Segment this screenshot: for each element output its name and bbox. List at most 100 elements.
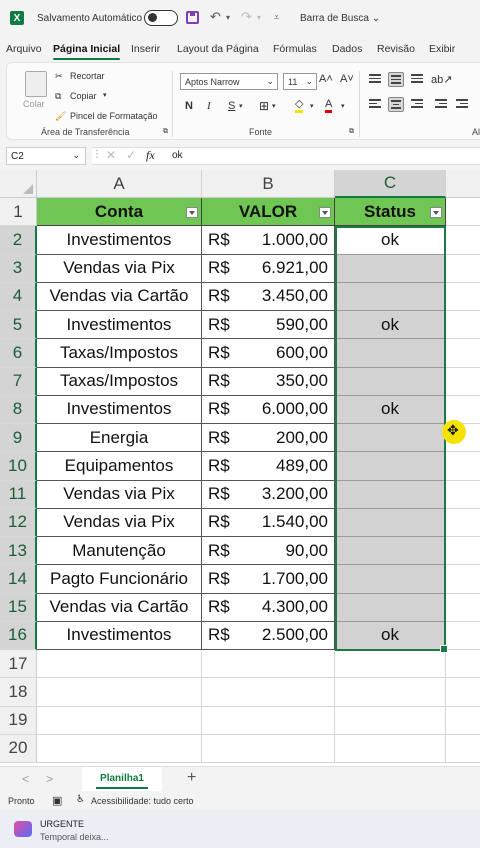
cell-status[interactable]: ok [335, 395, 446, 424]
orientation-icon[interactable]: ab↗ [431, 73, 452, 86]
worksheet-grid[interactable]: A B C 1 Conta VALOR Status 2 Investimentos R$ 1… [0, 170, 480, 766]
cell-conta[interactable]: Manutenção [37, 537, 202, 566]
cell-conta[interactable]: Vendas via Pix [37, 480, 202, 509]
empty-cell[interactable] [335, 678, 446, 707]
row-header[interactable]: 14 [0, 565, 37, 594]
add-sheet-button[interactable]: + [187, 769, 196, 787]
fill-color-icon[interactable]: ◇ [295, 99, 304, 113]
cell-conta[interactable]: Vendas via Pix [37, 508, 202, 537]
format-painter-button[interactable]: Pincel de Formatação [70, 111, 158, 121]
cell-conta[interactable]: Energia [37, 424, 202, 453]
search-bar[interactable]: Barra de Busca ⌄ [300, 13, 380, 24]
cell-status[interactable]: ok [335, 621, 446, 650]
empty-cell[interactable] [446, 368, 480, 396]
cell-valor[interactable]: R$ 3.200,00 [202, 480, 335, 509]
row-header[interactable]: 10 [0, 452, 37, 481]
cell-valor[interactable]: R$ 1.000,00 [202, 226, 335, 255]
column-header-conta[interactable]: Conta [37, 198, 202, 227]
autosave-toggle[interactable] [144, 10, 178, 26]
cell-status[interactable] [335, 508, 446, 537]
decrease-indent-icon[interactable] [433, 97, 449, 112]
cell-valor[interactable]: R$ 590,00 [202, 311, 335, 340]
undo-icon[interactable]: ↶ [210, 9, 221, 25]
redo-icon[interactable]: ↷ [241, 9, 252, 25]
taskbar-notification[interactable]: URGENTE Temporal deixa... [0, 810, 480, 848]
tab-exibir[interactable]: Exibir [429, 43, 455, 55]
format-painter-icon[interactable]: 🖌 [55, 111, 66, 122]
empty-cell[interactable] [446, 678, 480, 707]
column-header-b[interactable]: B [202, 170, 335, 198]
font-launcher-icon[interactable]: ⧉ [349, 128, 354, 136]
sheet-tab-planilha1[interactable]: Planilha1 [82, 767, 162, 791]
font-color-dropdown-icon[interactable]: ▾ [341, 102, 345, 110]
align-bottom-icon[interactable] [409, 72, 425, 87]
empty-cell[interactable] [446, 311, 480, 340]
row-header[interactable]: 18 [0, 678, 37, 707]
more-options-icon[interactable]: ⋮ [92, 149, 102, 160]
cell-valor[interactable]: R$ 1.540,00 [202, 508, 335, 537]
cell-conta[interactable]: Taxas/Impostos [37, 367, 202, 396]
redo-dropdown-icon[interactable]: ▾ [257, 13, 261, 22]
cell-valor[interactable]: R$ 489,00 [202, 452, 335, 481]
fill-color-dropdown-icon[interactable]: ▾ [310, 102, 314, 110]
tab-inserir[interactable]: Inserir [131, 43, 160, 55]
sheet-prev-icon[interactable]: < [22, 772, 29, 786]
insert-function-icon[interactable]: fx [146, 148, 155, 163]
font-name-select[interactable]: Aptos Narrow ⌄ [180, 73, 278, 90]
row-header[interactable]: 17 [0, 650, 37, 679]
save-icon[interactable] [186, 11, 199, 24]
empty-cell[interactable] [446, 650, 480, 679]
empty-cell[interactable] [202, 678, 335, 707]
row-header[interactable]: 6 [0, 339, 37, 368]
formula-input[interactable]: ok [172, 150, 183, 161]
empty-cell[interactable] [446, 622, 480, 650]
shrink-font-button[interactable]: A˅ [340, 73, 354, 85]
cell-conta[interactable]: Investimentos [37, 395, 202, 424]
italic-button[interactable]: I [207, 100, 211, 112]
empty-cell[interactable] [446, 735, 480, 763]
row-header[interactable]: 9 [0, 424, 37, 453]
empty-cell[interactable] [446, 283, 480, 311]
row-header[interactable]: 12 [0, 508, 37, 537]
cell-status[interactable] [335, 254, 446, 283]
align-left-icon[interactable] [367, 97, 383, 112]
row-header[interactable]: 3 [0, 254, 37, 283]
column-header-a[interactable]: A [37, 170, 202, 198]
cell-status[interactable] [335, 339, 446, 368]
copy-dropdown-icon[interactable]: ▾ [103, 91, 107, 99]
enter-icon[interactable]: ✓ [126, 148, 136, 162]
empty-cell[interactable] [446, 565, 480, 594]
filter-dropdown-icon[interactable] [186, 207, 198, 218]
cell-valor[interactable]: R$ 1.700,00 [202, 565, 335, 594]
paste-button-label[interactable]: Colar [23, 99, 45, 109]
cell-conta[interactable]: Investimentos [37, 226, 202, 255]
cut-icon[interactable]: ✂ [55, 71, 63, 82]
empty-cell[interactable] [202, 706, 335, 735]
accessibility-status[interactable]: Acessibilidade: tudo certo [91, 796, 194, 806]
select-all-button[interactable] [0, 170, 37, 198]
borders-icon[interactable]: ⊞ [259, 99, 269, 113]
tab-arquivo[interactable]: Arquivo [6, 43, 42, 55]
cell-status[interactable] [335, 367, 446, 396]
align-top-icon[interactable] [367, 72, 383, 87]
underline-dropdown-icon[interactable]: ▾ [239, 102, 243, 110]
row-header[interactable]: 5 [0, 311, 37, 340]
row-header[interactable]: 19 [0, 706, 37, 735]
cut-button[interactable]: Recortar [70, 71, 105, 81]
empty-cell[interactable] [37, 706, 202, 735]
tab-formulas[interactable]: Fórmulas [273, 43, 317, 55]
cell-valor[interactable]: R$ 4.300,00 [202, 593, 335, 622]
name-box[interactable]: C2 ⌄ [6, 147, 86, 165]
increase-indent-icon[interactable] [454, 97, 470, 112]
empty-cell[interactable] [446, 226, 480, 255]
cell-status[interactable] [335, 537, 446, 566]
tab-pagina-inicial[interactable]: Página Inicial [53, 43, 121, 60]
cell-valor[interactable]: R$ 200,00 [202, 424, 335, 453]
empty-cell[interactable] [202, 734, 335, 763]
copy-button[interactable]: Copiar [70, 91, 97, 101]
sheet-next-icon[interactable]: > [46, 772, 53, 786]
align-middle-icon[interactable] [388, 72, 404, 87]
cell-valor[interactable]: R$ 3.450,00 [202, 282, 335, 311]
row-header[interactable]: 7 [0, 367, 37, 396]
empty-cell[interactable] [446, 198, 480, 227]
